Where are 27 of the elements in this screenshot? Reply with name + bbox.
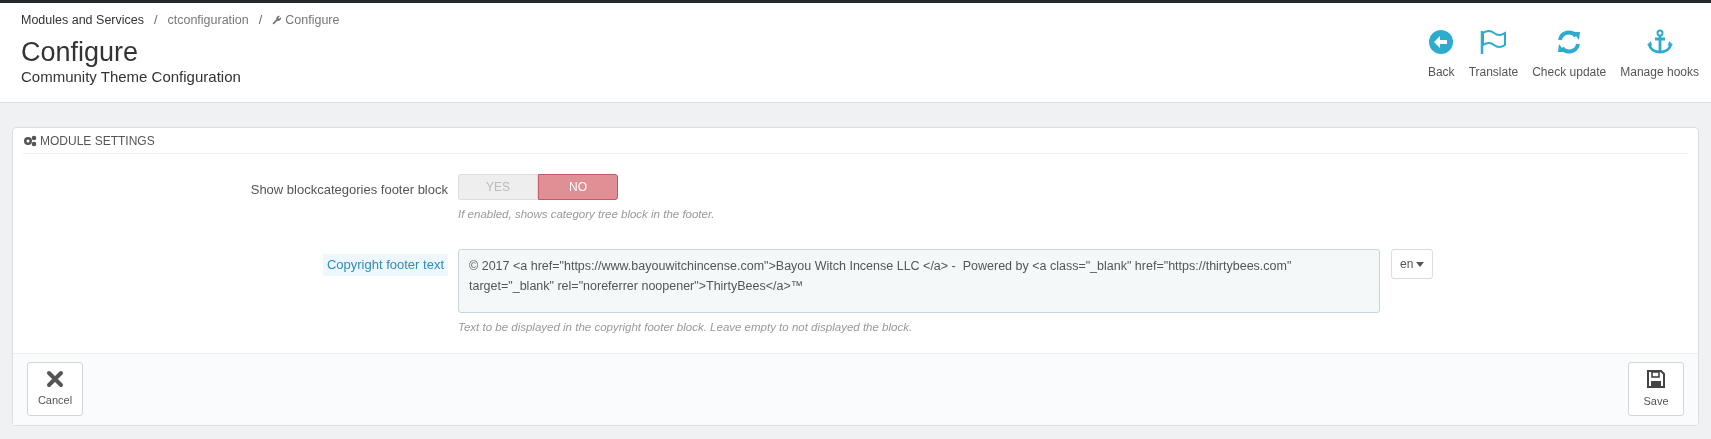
refresh-icon	[1556, 29, 1583, 55]
toolbar-button[interactable]: Translate	[1464, 29, 1523, 81]
help-text: Text to be displayed in the copyright footer block. Leave empty to not displayed the block.	[458, 320, 914, 336]
page-subtitle: Community Theme Configuration	[21, 67, 242, 86]
breadcrumb-separator: /	[258, 12, 263, 29]
toolbar-button[interactable]: Manage hooks	[1616, 29, 1703, 81]
panel-title: MODULE SETTINGS	[40, 132, 155, 150]
wrench-icon	[272, 15, 283, 26]
field-label: Copyright footer text	[322, 254, 448, 276]
anchor-icon	[1645, 29, 1674, 55]
close-icon	[46, 369, 64, 388]
toolbar-button[interactable]: Back	[1423, 29, 1459, 81]
gears-icon	[23, 134, 37, 147]
caret-icon	[1416, 261, 1425, 267]
flag-icon	[1479, 29, 1508, 55]
breadcrumb-separator: /	[154, 12, 158, 29]
text-area[interactable]: © 2017 <a href="https://www.bayouwitchincense.com">Bayou Witch Incense LLC </a> - Powered by <a class="_blank" href="https://thirtybees.com" target="_blank" rel="noreferrer noopener">ThirtyBees</a>™	[458, 249, 1380, 314]
breadcrumb-link[interactable]: Modules and Services	[21, 11, 144, 30]
save-button[interactable]: Save	[1628, 362, 1684, 416]
toolbar-button[interactable]: Check update	[1528, 29, 1611, 81]
breadcrumb-link[interactable]: ctconfiguration	[167, 11, 249, 30]
field-label: Show blockcategories footer block	[250, 181, 448, 199]
page-title: Configure	[21, 35, 140, 68]
breadcrumb-current: Configure	[285, 12, 340, 29]
help-text: If enabled, shows category tree block in the footer.	[458, 207, 716, 222]
cancel-button[interactable]: Cancel	[27, 362, 83, 416]
language-dropdown[interactable]: en	[1391, 249, 1434, 280]
